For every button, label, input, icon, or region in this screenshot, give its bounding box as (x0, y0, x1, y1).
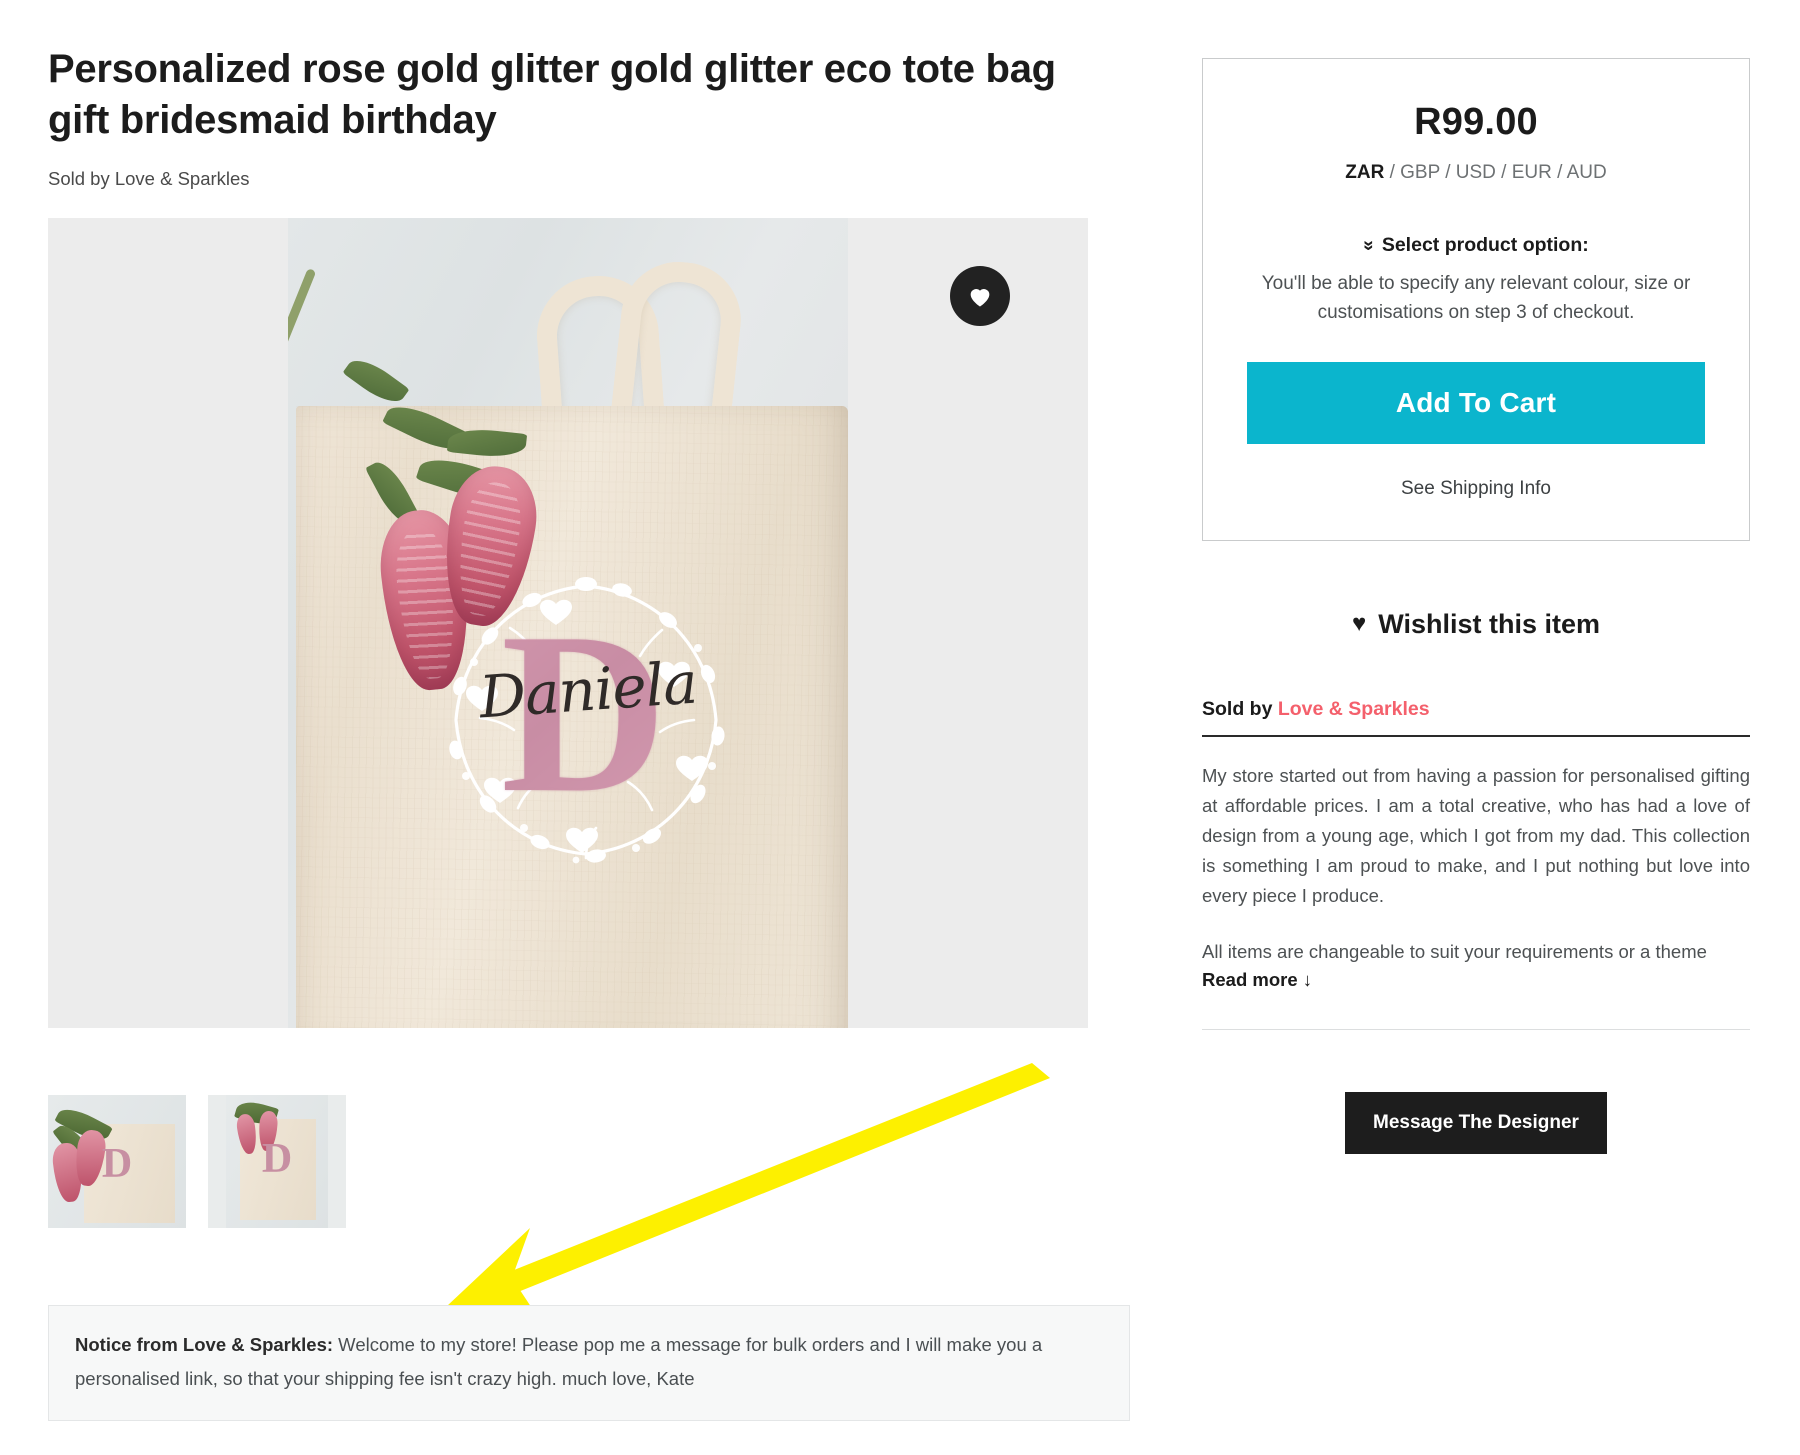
wishlist-heart-button[interactable] (950, 266, 1010, 327)
seller-name-link[interactable]: Love & Sparkles (1278, 698, 1430, 720)
add-to-cart-button[interactable]: Add To Cart (1247, 361, 1705, 444)
select-product-option-toggle[interactable]: » Select product option: (1247, 234, 1705, 257)
thumbnail-strip: D D (48, 1095, 346, 1228)
see-shipping-info-link[interactable]: See Shipping Info (1247, 478, 1705, 500)
seller-description-truncated: All items are changeable to suit your re… (1202, 940, 1707, 962)
thumbnail-2[interactable]: D (208, 1095, 346, 1228)
thumb-monogram: D (261, 1135, 293, 1182)
purchase-sidebar: R99.00 ZAR / GBP / USD / EUR / AUD » Sel… (1202, 58, 1750, 1154)
hero-photo: D Daniela (288, 218, 848, 1029)
seller-notice-banner: Notice from Love & Sparkles: Welcome to … (48, 1305, 1130, 1422)
currency-switcher[interactable]: ZAR / GBP / USD / EUR / AUD (1247, 162, 1705, 184)
arrow-down-icon: ↓ (1302, 968, 1313, 990)
page-title: Personalized rose gold glitter gold glit… (48, 47, 1056, 143)
sold-by-subtitle: Sold by Love & Sparkles (48, 168, 250, 190)
notice-prefix: Notice from Love & Sparkles: (75, 1334, 334, 1355)
seller-info-block: Sold by Love & Sparkles My store started… (1202, 698, 1750, 1154)
heart-icon: ♥ (1351, 610, 1367, 638)
wishlist-this-item-button[interactable]: ♥ Wishlist this item (1202, 609, 1750, 640)
currency-options[interactable]: / GBP / USD / EUR / AUD (1384, 162, 1607, 183)
option-help-text: You'll be able to specify any relevant c… (1261, 273, 1691, 324)
select-product-option-label: Select product option: (1381, 234, 1589, 256)
thumb-monogram: D (101, 1140, 133, 1187)
sold-by-prefix: Sold by (1202, 697, 1278, 720)
price-card: R99.00 ZAR / GBP / USD / EUR / AUD » Sel… (1202, 58, 1750, 541)
message-designer-wrap: Message The Designer (1202, 1091, 1750, 1154)
product-hero-image[interactable]: D Daniela (48, 218, 1088, 1029)
thumbnail-1[interactable]: D (48, 1095, 186, 1228)
read-more-label: Read more (1202, 968, 1298, 990)
read-more-toggle[interactable]: Read more ↓ (1202, 969, 1750, 991)
heart-icon (970, 289, 990, 307)
wishlist-this-item-label: Wishlist this item (1378, 608, 1601, 639)
message-the-designer-button[interactable]: Message The Designer (1345, 1091, 1607, 1154)
seller-description: My store started out from having a passi… (1202, 761, 1750, 967)
seller-description-paragraph: My store started out from having a passi… (1202, 764, 1750, 906)
product-detail-page: Personalized rose gold glitter gold glit… (0, 0, 1800, 1455)
product-price: R99.00 (1414, 101, 1538, 143)
seller-heading: Sold by Love & Sparkles (1202, 698, 1750, 737)
currency-selected[interactable]: ZAR (1345, 162, 1384, 183)
divider (1202, 1028, 1750, 1030)
product-main-column: Personalized rose gold glitter gold glit… (48, 44, 1128, 1029)
chevron-double-down-icon: » (1358, 240, 1380, 251)
